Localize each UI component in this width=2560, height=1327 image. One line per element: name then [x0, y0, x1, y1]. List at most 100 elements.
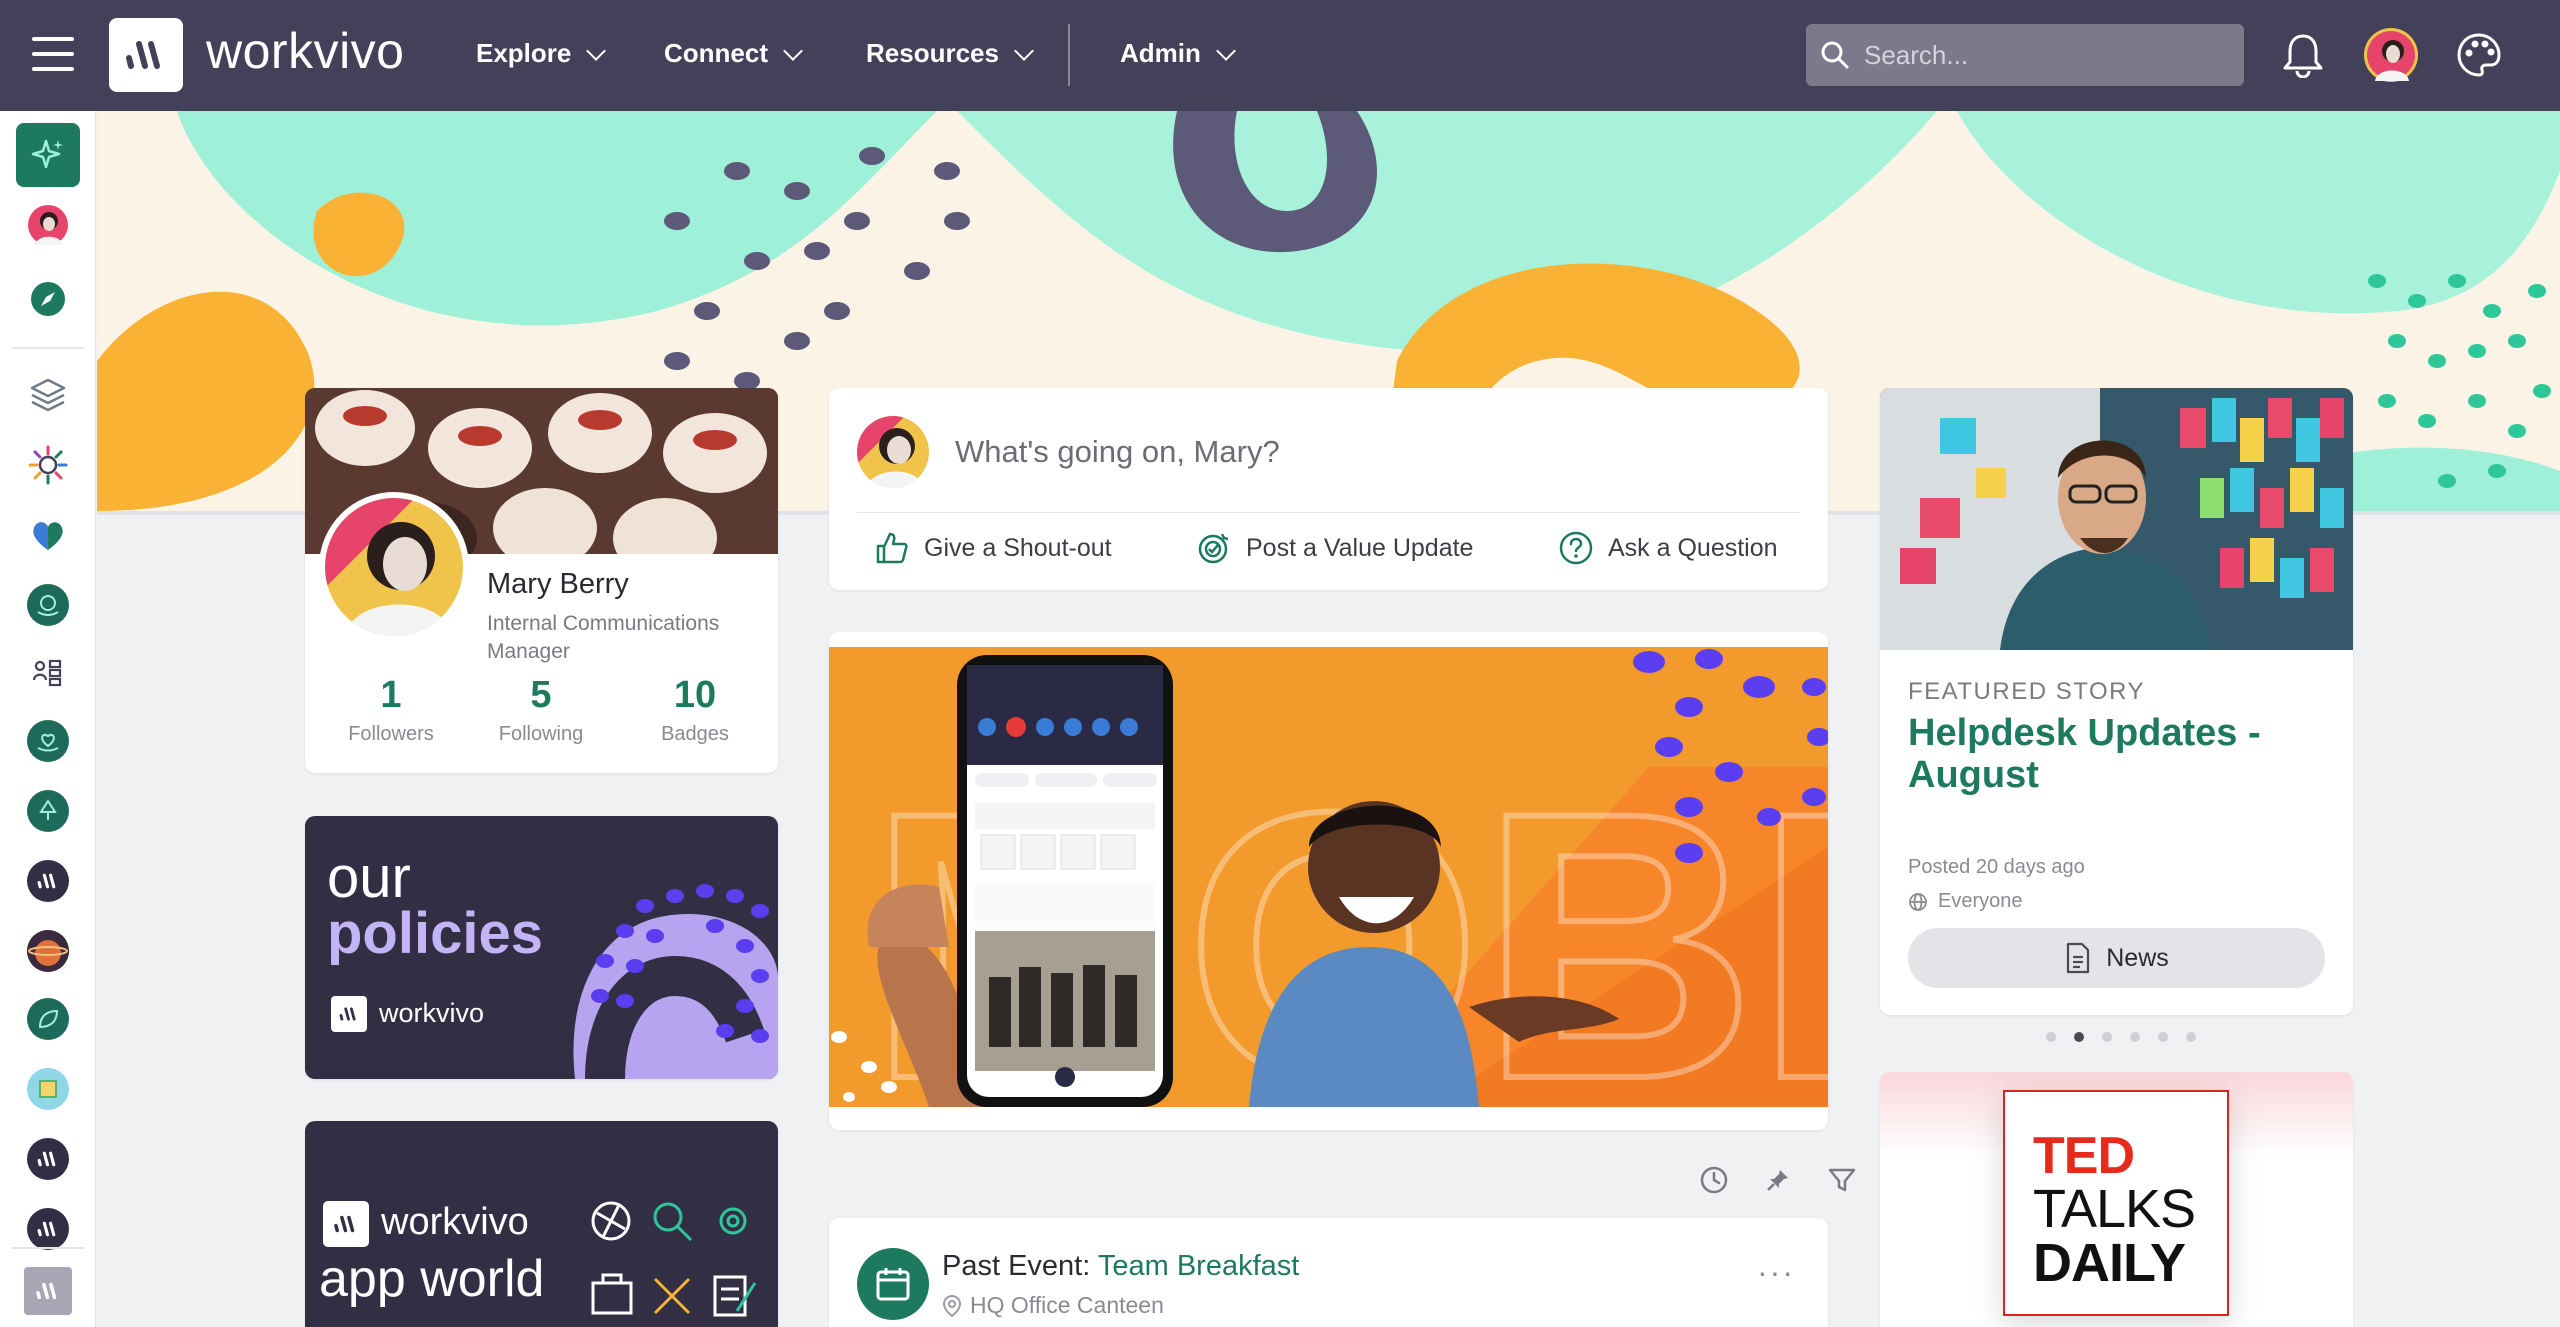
workvivo-logo-icon — [24, 1267, 72, 1315]
policies-line2: policies — [327, 901, 543, 966]
rail-space-care[interactable] — [16, 709, 80, 773]
theme-palette-icon[interactable] — [2448, 24, 2510, 86]
rail-space-tree[interactable] — [16, 779, 80, 843]
news-category-button[interactable]: News — [1908, 928, 2325, 988]
rail-space-workvivo-1[interactable] — [16, 849, 80, 913]
stat-badges-label: Badges — [661, 723, 729, 745]
event-title[interactable]: Past Event: Team Breakfast — [942, 1250, 1299, 1283]
ask-question-button[interactable]: Ask a Question — [1558, 530, 1778, 566]
rail-spaces[interactable] — [16, 363, 80, 427]
profile-name[interactable]: Mary Berry — [487, 568, 629, 601]
ted-talks-card[interactable]: TED TALKS DAILY — [1880, 1072, 2353, 1327]
user-avatar[interactable] — [2360, 24, 2422, 86]
rail-space-notes[interactable] — [16, 1057, 80, 1121]
event-location: HQ Office Canteen — [942, 1292, 1164, 1319]
question-circle-icon — [1559, 531, 1593, 565]
workvivo-logo-icon — [27, 1208, 69, 1250]
workvivo-logo-icon — [331, 996, 367, 1032]
carousel-dot[interactable] — [2102, 1032, 2112, 1042]
planet-icon — [27, 930, 69, 972]
search-box[interactable] — [1806, 24, 2244, 86]
search-input[interactable] — [1864, 39, 2224, 71]
app-world-brand: workvivo — [381, 1201, 529, 1243]
composer-input[interactable] — [955, 418, 1795, 486]
rail-space-workvivo-2[interactable] — [16, 1127, 80, 1191]
stat-following-value: 5 — [530, 674, 552, 716]
stat-followers[interactable]: 1 Followers — [321, 674, 461, 746]
stat-following-label: Following — [498, 723, 584, 745]
workvivo-logo-icon — [27, 1138, 69, 1180]
workvivo-logo[interactable] — [109, 18, 183, 92]
policies-card[interactable]: our policies workvivo — [305, 816, 778, 1079]
profile-card: Mary Berry Internal Communications Manag… — [305, 388, 778, 773]
featured-story-kicker: FEATURED STORY — [1908, 678, 2146, 705]
app-world-card[interactable]: workvivo app world — [305, 1121, 778, 1327]
target-icon — [1198, 533, 1229, 564]
rail-people-directory[interactable] — [16, 641, 80, 705]
notifications-bell-icon[interactable] — [2272, 24, 2334, 86]
chevron-down-icon — [1215, 40, 1236, 61]
nav-admin[interactable]: Admin — [1120, 38, 1236, 69]
brand-name: workvivo — [206, 23, 405, 79]
search-icon — [1821, 41, 1849, 69]
rail-wellbeing-heart[interactable] — [16, 503, 80, 567]
nav-resources[interactable]: Resources — [866, 38, 1034, 69]
globe-hand-icon — [27, 584, 69, 626]
rail-space-recycle[interactable] — [16, 987, 80, 1051]
featured-story-card[interactable]: FEATURED STORY Helpdesk Updates - August… — [1880, 388, 2353, 1015]
rail-sparkle-home[interactable] — [16, 123, 80, 187]
ted-line3: DAILY — [2033, 1233, 2186, 1293]
sun-people-icon — [28, 445, 68, 485]
event-post-card[interactable]: Past Event: Team Breakfast HQ Office Can… — [829, 1218, 1828, 1327]
rail-space-planet[interactable] — [16, 919, 80, 983]
filter-icon[interactable] — [1824, 1162, 1860, 1198]
more-options-icon[interactable]: ··· — [1757, 1254, 1795, 1291]
rail-space-globe[interactable] — [16, 573, 80, 637]
mobile-promo-card[interactable]: MOBILE — [829, 632, 1828, 1130]
notepad-icon — [27, 1068, 69, 1110]
ask-question-label: Ask a Question — [1608, 533, 1778, 562]
clock-sort-icon[interactable] — [1696, 1162, 1732, 1198]
carousel-dot[interactable] — [2158, 1032, 2168, 1042]
policies-brand: workvivo — [379, 998, 485, 1028]
stat-followers-value: 1 — [380, 674, 402, 716]
stat-following[interactable]: 5 Following — [471, 674, 611, 746]
profile-avatar[interactable] — [319, 492, 469, 642]
carousel-dot[interactable] — [2130, 1032, 2140, 1042]
chevron-down-icon — [783, 40, 803, 61]
menu-icon[interactable] — [32, 37, 74, 71]
carousel-dot[interactable] — [2186, 1032, 2196, 1042]
stat-badges[interactable]: 10 Badges — [625, 674, 765, 746]
nav-connect[interactable]: Connect — [664, 38, 803, 69]
heart-icon — [33, 522, 63, 550]
composer-divider — [857, 512, 1800, 513]
post-value-update-label: Post a Value Update — [1246, 533, 1474, 562]
featured-story-posted: Posted 20 days ago — [1908, 856, 2085, 878]
news-category-label: News — [2106, 943, 2169, 972]
nav-explore[interactable]: Explore — [476, 38, 607, 69]
app-world-icons — [591, 1201, 757, 1317]
featured-story-audience: Everyone — [1908, 890, 2023, 913]
rail-community-sun[interactable] — [16, 433, 80, 497]
stat-followers-label: Followers — [348, 723, 434, 745]
nav-resources-label: Resources — [866, 38, 999, 68]
rail-explore[interactable] — [16, 267, 80, 331]
featured-story-title[interactable]: Helpdesk Updates - August — [1908, 712, 2328, 796]
rail-profile-avatar[interactable] — [16, 193, 80, 257]
event-prefix: Past Event: — [942, 1250, 1098, 1282]
event-name[interactable]: Team Breakfast — [1098, 1250, 1299, 1282]
left-rail — [0, 111, 96, 1327]
rail-workvivo-app[interactable] — [16, 1259, 80, 1323]
sparkle-icon — [31, 139, 63, 169]
rail-space-workvivo-3[interactable] — [16, 1197, 80, 1261]
document-icon — [2067, 942, 2090, 974]
carousel-dot[interactable] — [2046, 1032, 2056, 1042]
give-shout-out-button[interactable]: Give a Shout-out — [874, 530, 1112, 566]
carousel-dot[interactable] — [2074, 1032, 2084, 1042]
ted-line2: TALKS — [2033, 1179, 2196, 1239]
top-bar: workvivo Explore Connect Resources Admin — [0, 0, 2560, 111]
compass-icon — [31, 282, 65, 316]
featured-story-image — [1880, 388, 2353, 650]
pin-icon[interactable] — [1760, 1162, 1796, 1198]
post-value-update-button[interactable]: Post a Value Update — [1196, 530, 1473, 566]
